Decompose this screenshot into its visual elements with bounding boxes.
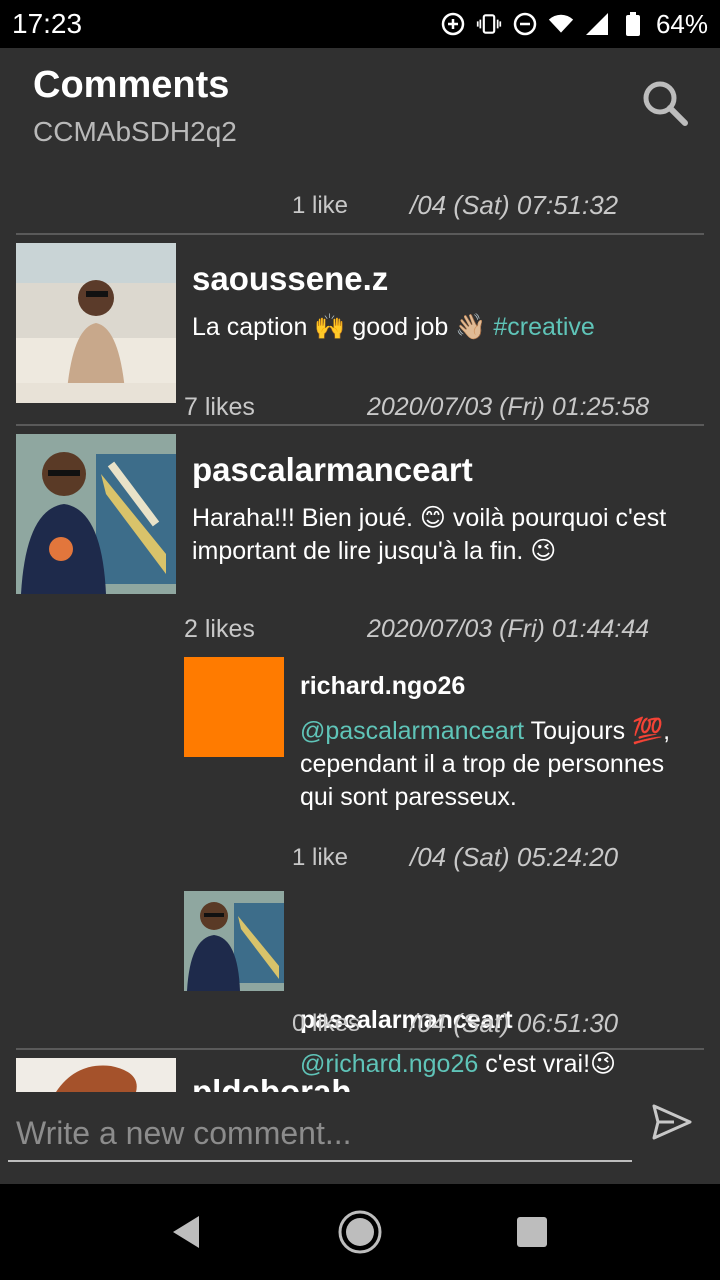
home-icon — [338, 1210, 382, 1254]
reply-meta: 1 like /04 (Sat) 05:24:20 — [292, 842, 704, 884]
vibrate-icon — [476, 11, 502, 37]
wifi-icon — [548, 11, 574, 37]
signal-icon — [584, 11, 610, 37]
reply-username[interactable]: richard.ngo26 — [300, 672, 465, 701]
comment-date: /04 (Sat) 07:51:32 — [410, 190, 619, 220]
do-not-disturb-icon — [512, 11, 538, 37]
post-id: CCMAbSDH2q2 — [33, 116, 237, 147]
status-time: 17:23 — [12, 8, 83, 39]
home-button[interactable] — [334, 1206, 386, 1258]
reply-date: /04 (Sat) 06:51:30 — [410, 1008, 619, 1038]
reply-text: @richard.ngo26 c'est vrai!😉 — [300, 1050, 617, 1078]
send-icon — [652, 1104, 692, 1140]
avatar[interactable] — [184, 657, 284, 757]
comment-username[interactable]: saoussene.z — [192, 260, 388, 298]
like-count[interactable]: 7 likes — [184, 393, 255, 422]
comment-meta: 2 likes 2020/07/03 (Fri) 01:44:44 — [184, 615, 704, 655]
avatar[interactable] — [16, 243, 176, 403]
like-count[interactable]: 2 likes — [184, 615, 255, 644]
like-count[interactable]: 1 like — [292, 844, 348, 872]
comments-list[interactable]: 1 like /04 (Sat) 07:51:32 saoussene.z La… — [0, 148, 720, 1092]
comment-username[interactable]: pldeborah — [192, 1073, 352, 1092]
like-count[interactable]: 1 like — [292, 192, 348, 220]
comment-meta: 1 like /04 (Sat) 07:51:32 — [292, 190, 704, 232]
reply-text: @pascalarmanceart Toujours 💯, cependant … — [300, 717, 671, 811]
status-icons: 64% — [440, 9, 708, 40]
reply-date: /04 (Sat) 05:24:20 — [410, 842, 619, 872]
comments-screen: Comments CCMAbSDH2q2 1 like /04 (Sat) 07… — [0, 48, 720, 1184]
mention-link[interactable]: @pascalarmanceart — [300, 717, 524, 745]
divider — [16, 1048, 704, 1050]
avatar[interactable] — [16, 1058, 176, 1092]
back-button[interactable] — [160, 1206, 212, 1258]
system-nav-bar — [0, 1184, 720, 1280]
back-icon — [173, 1216, 199, 1248]
like-count[interactable]: 0 likes — [292, 1010, 360, 1038]
comment-text: Haraha!!! Bien joué. 😊 voilà pourquoi c'… — [192, 504, 667, 565]
comment-text: La caption 🙌 good job 👋🏼 #creative — [192, 313, 595, 341]
page-title: Comments — [33, 64, 230, 106]
comment-input[interactable] — [8, 1106, 632, 1162]
comment-date: 2020/07/03 (Fri) 01:25:58 — [367, 393, 650, 421]
comment-meta: 7 likes 2020/07/03 (Fri) 01:25:58 — [184, 393, 704, 433]
comment-composer — [0, 1092, 720, 1184]
hashtag-link[interactable]: #creative — [493, 313, 594, 341]
send-button[interactable] — [650, 1100, 694, 1144]
battery-icon — [620, 11, 646, 37]
data-saver-icon — [440, 11, 466, 37]
search-icon — [643, 81, 688, 126]
divider — [16, 233, 704, 235]
avatar[interactable] — [184, 891, 284, 991]
avatar[interactable] — [16, 434, 176, 594]
status-bar: 17:23 64% — [0, 0, 720, 48]
search-button[interactable] — [640, 78, 690, 128]
divider — [16, 424, 704, 426]
battery-percent: 64% — [655, 8, 708, 39]
comment-date: 2020/07/03 (Fri) 01:44:44 — [367, 615, 650, 643]
recents-icon — [517, 1217, 547, 1247]
recents-button[interactable] — [506, 1206, 558, 1258]
comment-username[interactable]: pascalarmanceart — [192, 451, 473, 489]
reply-meta: 0 likes /04 (Sat) 06:51:30 — [292, 1008, 704, 1050]
